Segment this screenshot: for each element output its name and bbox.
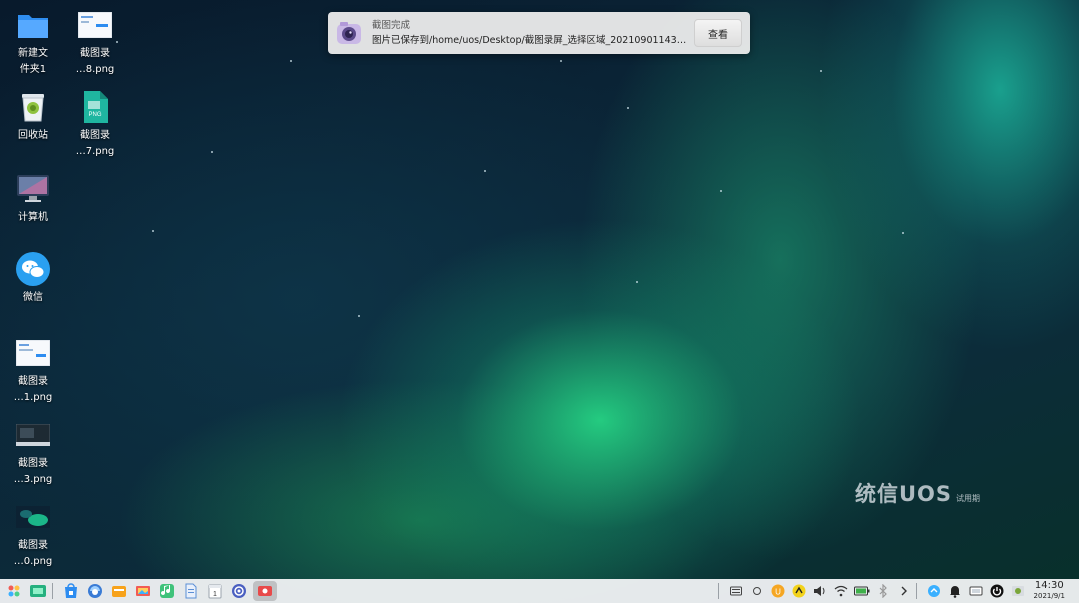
network-icon[interactable] [926, 583, 942, 599]
browser-icon[interactable] [85, 581, 105, 601]
desktop-icon-label: 新建文 件夹1 [18, 48, 48, 75]
taskbar-separator [915, 583, 917, 599]
desktop-icon-label: 截图录 …0.png [13, 540, 53, 567]
desktop-icon-screenshot-1[interactable]: 截图录 …1.png [0, 336, 66, 406]
battery-icon[interactable] [853, 583, 870, 599]
clock-date: 2021/9/1 [1033, 592, 1065, 600]
camera-icon [336, 20, 362, 46]
wifi-icon[interactable] [833, 583, 849, 599]
desktop-icon-label: 计算机 [18, 212, 48, 223]
desktop-icon-label: 截图录 …3.png [13, 458, 53, 485]
desktop-icon-label: 截图录 …8.png [75, 48, 115, 75]
launcher-icon[interactable] [4, 581, 24, 601]
screenshot-thumbnail-icon [16, 336, 50, 370]
desktop-icon-screenshot-8[interactable]: 截图录 …8.png [62, 8, 128, 78]
desktop-icon-label: 截图录 …1.png [13, 376, 53, 403]
power-icon[interactable] [989, 583, 1005, 599]
desktop-icon-computer[interactable]: 计算机 [0, 172, 66, 226]
desktop-icon-label: 微信 [23, 292, 43, 303]
folder-icon [16, 8, 50, 42]
notification-body: 图片已保存到/home/uos/Desktop/截图录屏_选择区域_202109… [372, 34, 692, 46]
clock[interactable]: 14:30 2021/9/1 [1034, 581, 1065, 601]
music-icon[interactable] [157, 581, 177, 601]
input-method-icon[interactable] [791, 583, 807, 599]
watermark-trial-label: 试用期 [956, 494, 981, 503]
taskbar-separator [717, 583, 719, 599]
desktop-icon-screenshot-3[interactable]: 截图录 …3.png [0, 418, 66, 488]
multitask-view-icon[interactable] [28, 581, 48, 601]
settings-icon[interactable] [229, 581, 249, 601]
calendar-icon[interactable]: 1 [205, 581, 225, 601]
shield-icon[interactable] [1010, 583, 1026, 599]
wechat-icon [16, 252, 50, 286]
taskbar: 1 U 14:30 2021/9/1 [0, 579, 1079, 603]
svg-text:1: 1 [213, 591, 217, 598]
screenshot-thumbnail-icon [16, 500, 50, 534]
file-manager-icon[interactable] [109, 581, 129, 601]
screen-recorder-icon[interactable] [253, 581, 277, 601]
keyboard-icon[interactable] [728, 583, 744, 599]
view-button[interactable]: 查看 [694, 19, 742, 47]
watermark-title: 统信UOS [855, 482, 953, 506]
update-icon[interactable]: U [770, 583, 786, 599]
volume-icon[interactable] [812, 583, 828, 599]
svg-text:PNG: PNG [88, 112, 101, 118]
desktop-icon-label: 回收站 [18, 130, 48, 141]
gallery-icon[interactable] [133, 581, 153, 601]
desktop-icon-label: 截图录 …7.png [75, 130, 115, 157]
notification-title: 截图完成 [372, 19, 411, 31]
display-icon[interactable] [968, 583, 984, 599]
png-file-icon: PNG [78, 90, 112, 124]
screenshot-notification[interactable]: 截图完成 图片已保存到/home/uos/Desktop/截图录屏_选择区域_2… [328, 12, 750, 54]
notification-bell-icon[interactable] [947, 583, 963, 599]
computer-icon [16, 172, 50, 206]
app-store-icon[interactable] [61, 581, 81, 601]
desktop-icon-screenshot-7[interactable]: PNG 截图录 …7.png [62, 90, 128, 160]
uos-watermark: 统信UOS 试用期 [855, 478, 980, 508]
desktop-icon-trash[interactable]: 回收站 [0, 90, 66, 144]
chevron-right-icon[interactable] [896, 583, 912, 599]
svg-text:U: U [775, 588, 781, 597]
screenshot-thumbnail-icon [78, 8, 112, 42]
desktop-icon-wechat[interactable]: 微信 [0, 252, 66, 306]
desktop-icon-new-folder[interactable]: 新建文 件夹1 [0, 8, 66, 78]
desktop-icon-screenshot-0[interactable]: 截图录 …0.png [0, 500, 66, 570]
bluetooth-icon[interactable] [875, 583, 891, 599]
trash-icon [16, 90, 50, 124]
desktop-wallpaper[interactable]: 新建文 件夹1 截图录 …8.png 回收站 PNG 截图录 …7.png 计算… [0, 0, 1079, 603]
screenshot-thumbnail-icon [16, 418, 50, 452]
circle-icon[interactable] [749, 583, 765, 599]
taskbar-separator [52, 583, 53, 599]
document-viewer-icon[interactable] [181, 581, 201, 601]
clock-time: 14:30 [1034, 580, 1064, 591]
